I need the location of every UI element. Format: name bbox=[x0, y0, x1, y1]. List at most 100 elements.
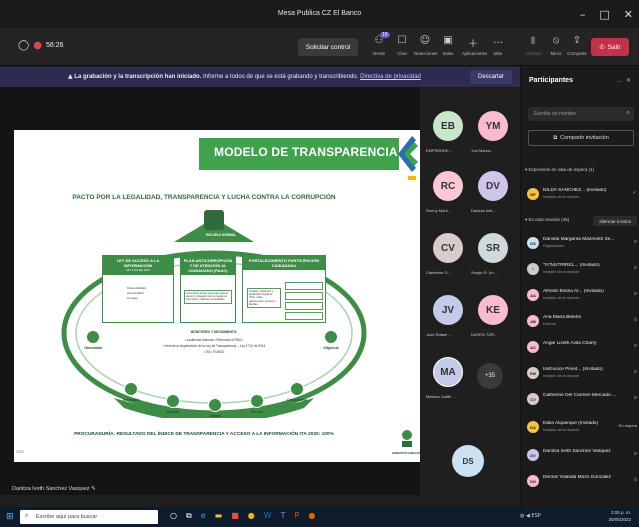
avatar: DS bbox=[527, 237, 539, 249]
mic-off-icon: ⦸ bbox=[633, 343, 637, 349]
list-item[interactable]: AB Ana Maria Beleño Externo ⦸ bbox=[527, 311, 639, 333]
panel-controls: … ✕ bbox=[617, 77, 631, 84]
taskbar-clock[interactable]: 3:05 p. m. 30/05/2022 bbox=[608, 509, 631, 523]
share-invite-button[interactable]: ⧉ Compartir invitación bbox=[528, 130, 634, 146]
request-control-button[interactable]: Solicitar control bbox=[298, 38, 358, 56]
shield-icon: ◯ bbox=[18, 40, 30, 51]
avatar: DG bbox=[527, 475, 539, 487]
more-participants-button[interactable]: +35 bbox=[477, 363, 503, 389]
avatar: RC bbox=[433, 171, 463, 201]
language-indicator[interactable]: ESP bbox=[531, 513, 540, 519]
mute-all-button[interactable]: Silenciar a todos bbox=[593, 216, 637, 226]
windows-start-icon[interactable]: ⊞ bbox=[6, 512, 14, 522]
avatar: CV bbox=[433, 233, 463, 263]
video-tile[interactable]: KE KAREN TOR... bbox=[470, 284, 516, 339]
list-item[interactable]: AA Alfredo Bossa At... (Invitado) Invita… bbox=[527, 285, 639, 307]
toolbar-rooms-button[interactable]: ▣ Salas bbox=[437, 35, 459, 56]
avatar: EB bbox=[433, 111, 463, 141]
meeting-toolbar: ◯ ● 56:26 Solicitar control ⚇ 10 Gente ☐ … bbox=[0, 28, 639, 66]
avatar: MA bbox=[433, 357, 463, 387]
monitoring-title: MONITOREO Y SEGUIMIENTO: bbox=[190, 330, 238, 334]
video-tile[interactable]: MA Melissa Judith ... bbox=[425, 346, 471, 401]
mic-off-icon: ⦸ bbox=[633, 265, 637, 271]
list-item[interactable]: EM IsvEunice Pined... (Invitado) Invitad… bbox=[527, 363, 639, 385]
video-tile[interactable]: EB EMPRENDE... bbox=[425, 100, 471, 155]
value-respect-icon bbox=[166, 394, 180, 408]
volume-icon[interactable]: ◀ bbox=[526, 513, 530, 519]
toolbar-mic-button[interactable]: ⦸ Micro bbox=[545, 35, 567, 56]
toolbar-share-button[interactable]: ⇪ Compartir bbox=[566, 35, 588, 56]
firefox-icon[interactable]: ● bbox=[308, 511, 315, 521]
maximize-button[interactable]: □ bbox=[599, 8, 609, 21]
in-meeting-section-header[interactable]: ▾ En esta reunión (45) bbox=[525, 217, 569, 223]
avatar: DV bbox=[527, 449, 539, 461]
list-item[interactable]: " "\\\"NUTRIREL... (Invitado) Invitado d… bbox=[527, 259, 639, 281]
close-button[interactable]: ✕ bbox=[624, 8, 633, 21]
mic-off-icon: ⦸ bbox=[633, 239, 637, 245]
participant-search-input[interactable]: Escribe un nombre ⌕ bbox=[528, 107, 634, 121]
list-item[interactable]: NP NILDA SANCHEZ... (Invitado) Invitado … bbox=[527, 184, 639, 206]
share-icon: ⇪ bbox=[572, 35, 582, 46]
close-icon[interactable]: ✕ bbox=[626, 78, 631, 84]
task-view-icon[interactable]: ⧉ bbox=[186, 511, 192, 521]
share-icon: ⧉ bbox=[553, 134, 558, 141]
toolbar-chat-button[interactable]: ☐ Chat bbox=[391, 35, 413, 56]
mic-off-icon: ⦸ bbox=[633, 395, 637, 401]
self-avatar: DS bbox=[452, 445, 484, 477]
chrome-icon[interactable]: ● bbox=[248, 511, 255, 521]
word-icon[interactable]: W bbox=[264, 511, 272, 521]
recording-message: ▲ La grabación y la transcripción han in… bbox=[68, 73, 421, 80]
video-tile[interactable]: SR Sergio R. (In... bbox=[470, 222, 516, 277]
mic-off-icon: ⦸ bbox=[633, 369, 637, 375]
store-icon[interactable]: ■ bbox=[231, 511, 239, 521]
leave-button[interactable]: ✆ Salir bbox=[591, 38, 629, 56]
taskbar-apps: ○ ⧉ e ▬ ■ ● W T P ● bbox=[170, 511, 315, 521]
camera-icon: ▮ bbox=[530, 35, 536, 46]
video-tile[interactable]: DV Danitza Ivet... bbox=[470, 160, 516, 215]
value-justice-icon bbox=[208, 398, 222, 412]
edge-icon[interactable]: e bbox=[201, 511, 206, 521]
more-icon[interactable]: … bbox=[617, 78, 623, 84]
mic-off-icon: ⦸ bbox=[633, 291, 637, 297]
search-icon: ⌕ bbox=[626, 109, 630, 116]
list-item[interactable]: DV Danitza Iveth Sanchez Vasquez ⦸ bbox=[527, 445, 639, 467]
list-item[interactable]: DA Dalia Alquerque (Invitado) Invitado d… bbox=[527, 417, 639, 439]
presentation-slide: MODELO DE TRANSPARENCIA PACTO POR LA LEG… bbox=[14, 130, 420, 462]
cortana-icon[interactable]: ○ bbox=[170, 511, 177, 521]
video-tile[interactable]: RC Renny Marti... bbox=[425, 160, 471, 215]
value-honesty-icon bbox=[86, 330, 100, 344]
admit-icon[interactable]: ✔ bbox=[633, 190, 637, 196]
taskbar-search-input[interactable]: ⌕ Escribe aquí para buscar bbox=[20, 510, 158, 524]
file-explorer-icon[interactable]: ▬ bbox=[215, 511, 223, 521]
recording-indicator: ◯ ● bbox=[18, 40, 42, 51]
toolbar-camera-button[interactable]: ▮ Cámara bbox=[522, 35, 544, 56]
phone-icon: ✆ bbox=[599, 43, 605, 51]
pin-icon: ✎ bbox=[91, 486, 96, 492]
teams-icon[interactable]: T bbox=[281, 511, 286, 521]
list-item[interactable]: DS Daniela Margarita Mazeneth Se... Orga… bbox=[527, 233, 639, 255]
panel-citizen-participation: FORTALECIMIENTO PARTICIPACIÓN CIUDADANA … bbox=[242, 255, 326, 323]
minimize-button[interactable]: – bbox=[580, 8, 586, 21]
video-tile[interactable]: CV Catherine D... bbox=[425, 222, 471, 277]
toolbar-apps-button[interactable]: ＋ Aplicaciones bbox=[462, 35, 487, 56]
slide-sign: 2022 bbox=[16, 450, 24, 454]
toolbar-more-button[interactable]: … Más bbox=[487, 35, 509, 56]
window-title: Mesa Publica CZ El Banco bbox=[277, 10, 362, 17]
video-tile[interactable]: YM Yuri Marca... bbox=[470, 100, 516, 155]
powerpoint-icon[interactable]: P bbox=[295, 511, 300, 521]
chevron-down-icon: ▾ bbox=[525, 167, 528, 172]
list-item[interactable]: CV Catherine Del Carmen Mercado ... ⦸ bbox=[527, 389, 639, 411]
dismiss-button[interactable]: Descartar bbox=[470, 70, 512, 84]
network-icon[interactable]: ◍ bbox=[520, 513, 524, 519]
waiting-section-header[interactable]: ▾ Esperando en sala de espera (1) bbox=[525, 167, 594, 173]
toolbar-reactions-button[interactable]: ☺ Reacciones bbox=[414, 35, 438, 56]
toolbar-people-button[interactable]: ⚇ 10 Gente bbox=[368, 32, 390, 56]
mic-off-icon: ⦸ bbox=[633, 317, 637, 323]
list-item[interactable]: DG Dennis Yolanda Mozo Gonzalez ⦸ bbox=[527, 471, 639, 493]
window-controls: – □ ✕ bbox=[580, 8, 633, 21]
list-item[interactable]: AC Angie Lizeth Avila Charry ⦸ bbox=[527, 337, 639, 359]
privacy-link[interactable]: Directiva de privacidad bbox=[360, 74, 421, 80]
slide-subtitle: PACTO POR LA LEGALIDAD, TRANSPARENCIA Y … bbox=[72, 194, 336, 201]
video-tile[interactable]: JV Jose Rafael ... bbox=[425, 284, 471, 339]
avatar: KE bbox=[478, 295, 508, 325]
